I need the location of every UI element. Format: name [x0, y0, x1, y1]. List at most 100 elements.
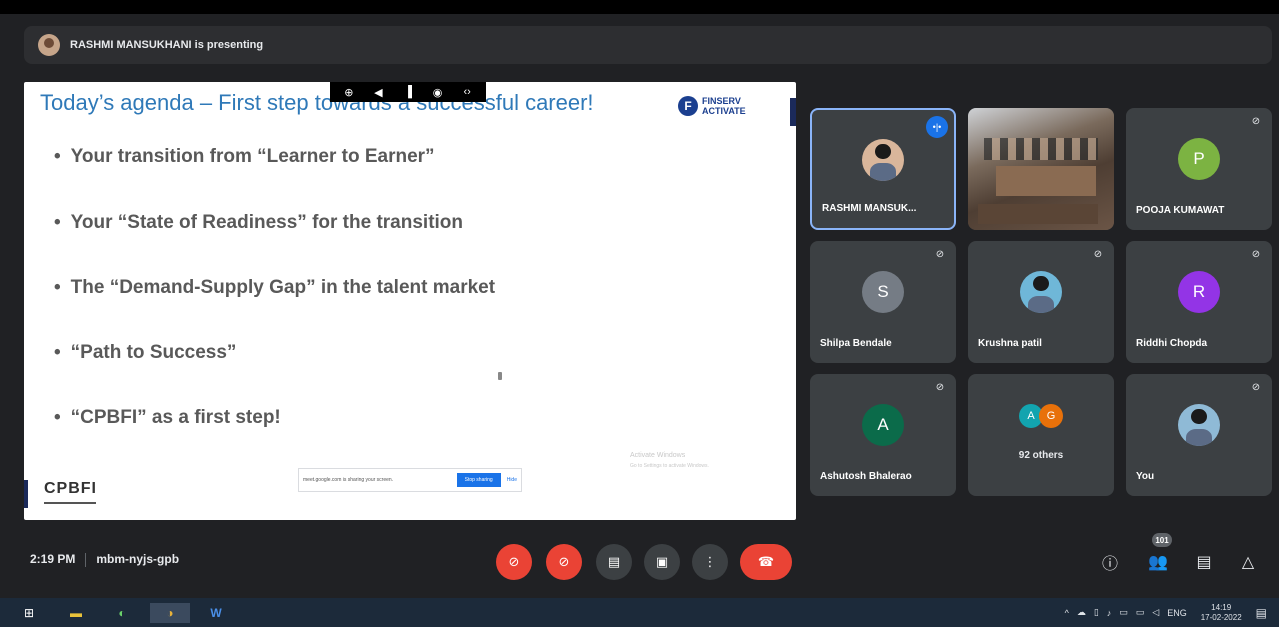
stop-sharing-button[interactable]: Stop sharing: [456, 473, 501, 487]
taskbar-app-explorer[interactable]: ▬: [64, 603, 88, 623]
taskbar-clock[interactable]: 14:19 17-02-2022: [1201, 603, 1242, 623]
participant-avatar-letter: R: [1178, 271, 1220, 314]
camera-off-icon: ⊘: [558, 554, 570, 569]
network-icon[interactable]: ▭: [1119, 607, 1128, 618]
mic-off-icon: ⊘: [508, 554, 520, 569]
hide-share-notice-button[interactable]: Hide: [507, 477, 517, 483]
present-now-button[interactable]: ▣: [644, 544, 680, 580]
people-count-badge: 101: [1152, 533, 1172, 547]
participant-tile-shilpa[interactable]: ⊘ S Shilpa Bendale: [810, 241, 956, 363]
windows-taskbar: ⊞ ▬ ◐ ◑ W ^ ☁ ▯ ♪ ▭ ▭ ◁ ENG 14:19 17-02-…: [0, 598, 1279, 627]
taskbar-app-word[interactable]: W: [204, 603, 228, 623]
participant-name: Krushna patil: [978, 338, 1042, 349]
clock-date: 17-02-2022: [1200, 612, 1242, 622]
separator: [85, 552, 87, 567]
watermark-line-2: Go to Settings to activate Windows.: [630, 463, 709, 469]
participant-name: RASHMI MANSUK...: [822, 203, 917, 214]
microphone-icon[interactable]: ♪: [1107, 608, 1112, 618]
chat-button[interactable]: ▤: [1192, 550, 1216, 574]
info-icon: ⓘ: [1101, 556, 1118, 573]
taskbar-app-chrome[interactable]: ◑: [150, 603, 190, 623]
mic-toggle-button[interactable]: ⊘: [496, 544, 532, 580]
language-indicator[interactable]: ENG: [1167, 608, 1187, 618]
participant-tile-krushna[interactable]: ⊘ Krushna patil: [968, 241, 1114, 363]
watermark-line-1: Activate Windows: [630, 452, 686, 459]
more-options-button[interactable]: ⋮: [692, 544, 728, 580]
participant-tile-you[interactable]: ⊘ You: [1126, 374, 1272, 496]
classroom-desk: [978, 204, 1098, 224]
finserv-logo-mark: F: [678, 96, 698, 116]
whatsapp-icon: ◐: [118, 606, 126, 620]
mic-off-icon: ⊘: [1251, 249, 1261, 260]
battery-icon[interactable]: ▯: [1094, 607, 1099, 618]
hang-up-icon: ☎: [757, 554, 775, 569]
agenda-item: The “Demand-Supply Gap” in the talent ma…: [54, 277, 495, 342]
participant-tile-rashmi[interactable]: •|• RASHMI MANSUK...: [810, 108, 956, 230]
agenda-item: Your transition from “Learner to Earner”: [54, 146, 495, 212]
classroom-people: [984, 138, 1098, 160]
slideshow-pointer-icon[interactable]: ◉: [431, 86, 445, 99]
volume-icon[interactable]: ◁: [1152, 607, 1159, 618]
onedrive-icon[interactable]: ☁: [1077, 607, 1086, 618]
classroom-video: [968, 108, 1114, 230]
participant-photo-rashmi: [862, 138, 904, 181]
participant-tile-others[interactable]: A G 92 others: [968, 374, 1114, 496]
slideshow-prev-icon[interactable]: ◀: [371, 86, 385, 99]
mic-off-icon: ⊘: [1251, 382, 1261, 393]
leave-call-button[interactable]: ☎: [740, 544, 792, 580]
clock-time: 14:19: [1211, 602, 1232, 612]
participant-tile-riddhi[interactable]: ⊘ R Riddhi Chopda: [1126, 241, 1272, 363]
classroom-desk: [996, 166, 1096, 196]
display-icon[interactable]: ▭: [1136, 607, 1145, 618]
participant-name: You: [1136, 471, 1155, 482]
cpbfi-logo-underline: [44, 502, 96, 504]
others-avatars: A G: [1019, 404, 1063, 428]
screen-share-notice: meet.google.com is sharing your screen. …: [298, 468, 522, 492]
slide-left-accent: [24, 480, 28, 508]
chat-icon: ▤: [1196, 554, 1212, 571]
slideshow-next-icon[interactable]: ‹›: [460, 86, 474, 98]
camera-toggle-button[interactable]: ⊘: [546, 544, 582, 580]
presenter-bar: RASHMI MANSUKHANI is presenting: [24, 26, 1272, 64]
participant-tile-pooja[interactable]: ⊘ P POOJA KUMAWAT: [1126, 108, 1272, 230]
presenter-text: RASHMI MANSUKHANI is presenting: [70, 39, 264, 51]
people-button[interactable]: 👥: [1146, 550, 1170, 574]
participant-name: POOJA KUMAWAT: [1136, 205, 1225, 216]
logo-line-1: FINSERV: [702, 96, 741, 106]
mic-off-icon: ⊘: [1093, 249, 1103, 260]
agenda-item: Your “State of Readiness” for the transi…: [54, 212, 495, 277]
slideshow-toolbar[interactable]: ⊕ ◀ ▐ ◉ ‹›: [330, 82, 486, 102]
participant-name: Ashutosh Bhalerao: [820, 471, 912, 482]
presenter-avatar: [38, 34, 60, 56]
people-icon: 👥: [1148, 554, 1168, 571]
captions-button[interactable]: ▤: [596, 544, 632, 580]
notifications-icon[interactable]: ▤: [1256, 606, 1267, 620]
chrome-icon: ◑: [166, 606, 174, 620]
meet-window: RASHMI MANSUKHANI is presenting Today’s …: [0, 0, 1279, 598]
mic-off-icon: ⊘: [935, 382, 945, 393]
meeting-time: 2:19 PM: [30, 552, 76, 566]
mouse-cursor-icon: [498, 372, 502, 380]
taskbar-app-whatsapp[interactable]: ◐: [110, 603, 134, 623]
folder-icon: ▬: [70, 606, 82, 620]
mic-off-icon: ⊘: [935, 249, 945, 260]
tray-expand-icon[interactable]: ^: [1065, 608, 1069, 618]
participant-photo-krushna: [1020, 271, 1062, 314]
start-button[interactable]: ⊞: [18, 603, 40, 623]
activities-button[interactable]: △: [1236, 550, 1260, 574]
shared-screen-slide: Today’s agenda – First step towards a su…: [24, 82, 796, 520]
share-notice-text: meet.google.com is sharing your screen.: [303, 477, 394, 483]
participant-tile-ashutosh[interactable]: ⊘ A Ashutosh Bhalerao: [810, 374, 956, 496]
participant-tile-classroom[interactable]: [968, 108, 1114, 230]
finserv-logo-text: FINSERV ACTIVATE: [702, 96, 746, 116]
agenda-list: Your transition from “Learner to Earner”…: [54, 146, 495, 472]
more-vert-icon: ⋮: [703, 554, 717, 569]
slide-right-accent: [790, 98, 796, 126]
meeting-details-button[interactable]: ⓘ: [1098, 550, 1122, 574]
participant-name: Riddhi Chopda: [1136, 338, 1208, 349]
slideshow-tool-icon[interactable]: ⊕: [342, 86, 356, 99]
present-icon: ▣: [655, 554, 669, 569]
mic-off-icon: ⊘: [1251, 116, 1261, 127]
slideshow-pause-icon[interactable]: ▐: [401, 86, 415, 98]
speaking-indicator-icon: •|•: [926, 116, 948, 138]
